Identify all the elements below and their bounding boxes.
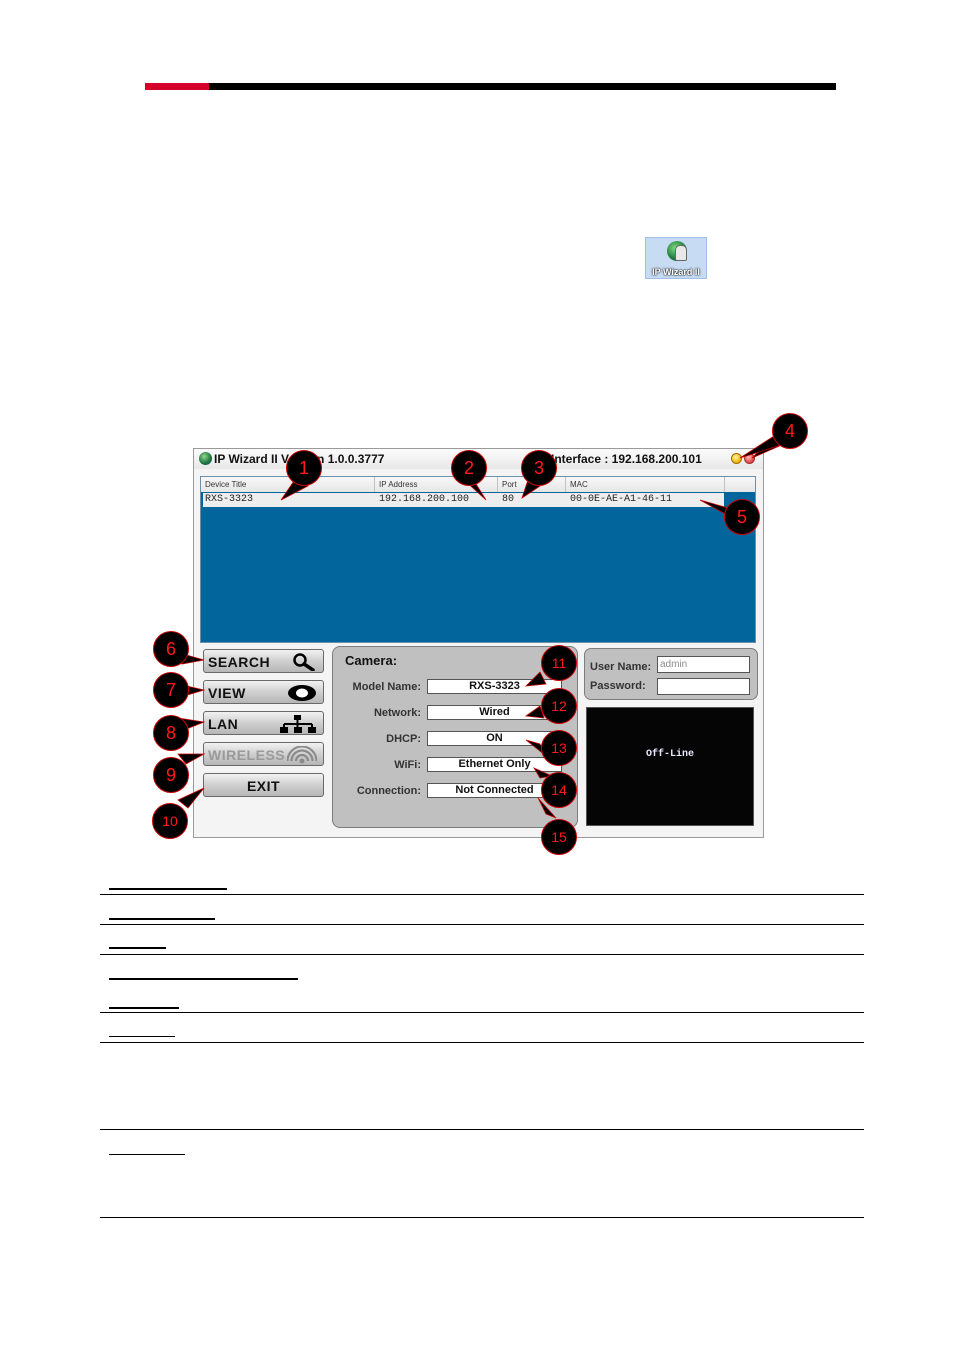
callout-3: 3 <box>521 450 557 486</box>
video-status-text: Off-Line <box>645 749 694 760</box>
column-header-device-title[interactable]: Device Title <box>201 477 375 492</box>
row-5-heading-underline <box>109 1007 179 1009</box>
search-button[interactable]: SEARCH <box>203 649 324 673</box>
callout-9: 9 <box>153 757 189 793</box>
callout-8: 8 <box>153 715 189 751</box>
callout-5: 5 <box>724 499 760 535</box>
wifi-label: WiFi: <box>394 759 421 771</box>
device-list[interactable]: Device Title IP Address Port MAC RXS-332… <box>200 476 756 643</box>
callout-1: 1 <box>286 450 322 486</box>
row-1-heading-underline <box>109 888 227 890</box>
search-button-label: SEARCH <box>208 654 271 670</box>
table-rule-7 <box>100 1217 864 1218</box>
password-input[interactable] <box>657 678 750 695</box>
table-rule-6 <box>100 1129 864 1130</box>
callout-15: 15 <box>541 819 577 855</box>
minimize-icon[interactable] <box>731 453 742 464</box>
eye-icon <box>288 685 316 701</box>
cell-port: 80 <box>502 494 515 505</box>
callout-13: 13 <box>541 730 577 766</box>
view-button-label: VIEW <box>208 685 246 701</box>
ip-wizard-window: IP Wizard II Version 1.0.0.3777 Interfac… <box>193 448 764 838</box>
exit-button[interactable]: EXIT <box>203 773 324 797</box>
callout-4: 4 <box>772 413 808 449</box>
callout-6: 6 <box>153 631 189 667</box>
lan-button-label: LAN <box>208 716 239 732</box>
cell-mac: 00-0E-AE-A1-46-11 <box>570 494 673 505</box>
table-rule-5 <box>100 1042 864 1043</box>
row-7-heading-underline <box>109 1154 185 1155</box>
wireless-button-label: WIRELESS <box>208 747 286 763</box>
lan-button[interactable]: LAN <box>203 711 324 735</box>
callout-2: 2 <box>451 450 487 486</box>
wireless-button[interactable]: WIRELESS <box>203 742 324 766</box>
magnifier-icon <box>293 653 315 671</box>
row-3-heading-underline <box>109 947 166 949</box>
username-input[interactable] <box>657 656 750 673</box>
table-rule-1 <box>100 894 864 895</box>
row-2-heading-underline <box>109 918 215 920</box>
cell-ip-address: 192.168.200.100 <box>379 494 470 505</box>
row-4-heading-underline <box>109 978 298 980</box>
ip-wizard-desktop-shortcut[interactable]: IP Wizard II <box>645 237 707 279</box>
connection-label: Connection: <box>356 785 421 797</box>
model-name-value: RXS-3323 <box>427 679 562 694</box>
login-panel: User Name: Password: <box>584 648 758 700</box>
row-6-heading-underline <box>109 1036 175 1037</box>
table-rule-2 <box>100 924 864 925</box>
ip-wizard-app-icon <box>667 241 687 261</box>
header-accent-bar <box>145 83 209 90</box>
close-icon[interactable] <box>744 453 755 464</box>
model-name-label: Model Name: <box>352 681 421 693</box>
callout-12: 12 <box>541 688 577 724</box>
globe-icon <box>199 452 212 465</box>
device-row[interactable]: RXS-3323 192.168.200.100 80 00-0E-AE-A1-… <box>203 493 724 507</box>
column-header-empty <box>725 477 755 492</box>
callout-11: 11 <box>541 645 577 681</box>
table-rule-3 <box>100 954 864 955</box>
exit-button-label: EXIT <box>246 778 281 794</box>
table-rule-4 <box>100 1012 864 1013</box>
desktop-icon-label: IP Wizard II <box>652 267 700 277</box>
network-label: Network: <box>373 707 421 719</box>
username-label: User Name: <box>590 661 652 673</box>
callout-14: 14 <box>541 772 577 808</box>
video-preview: Off-Line <box>586 707 754 826</box>
callout-10: 10 <box>152 803 188 839</box>
cell-device-title: RXS-3323 <box>205 494 254 505</box>
column-header-mac[interactable]: MAC <box>566 477 725 492</box>
dhcp-label: DHCP: <box>386 733 421 745</box>
wifi-value: Ethernet Only <box>427 757 562 772</box>
camera-heading: Camera: <box>345 653 398 668</box>
wireless-signal-icon <box>287 746 317 764</box>
header-bar <box>209 83 836 90</box>
camera-info-panel: Camera: Model Name: RXS-3323 Network: Wi… <box>332 646 578 828</box>
network-tree-icon <box>280 715 316 733</box>
interface-address: Interface : 192.168.200.101 <box>551 452 702 466</box>
password-label: Password: <box>590 680 646 692</box>
callout-7: 7 <box>153 672 189 708</box>
view-button[interactable]: VIEW <box>203 680 324 704</box>
